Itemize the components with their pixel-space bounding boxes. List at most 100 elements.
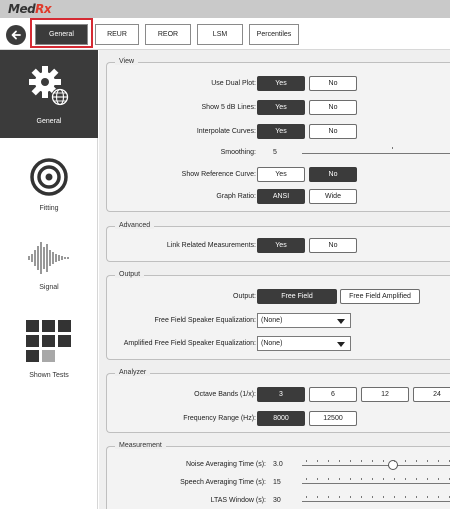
interpolate-yes-button[interactable]: Yes	[257, 124, 305, 139]
smoothing-slider[interactable]	[302, 153, 450, 154]
octave-bands-3-button[interactable]: 3	[257, 387, 305, 402]
group-title: View	[115, 58, 139, 65]
freq-range-8000-button[interactable]: 8000	[257, 411, 305, 426]
aff-eq-dropdown[interactable]: (None)	[257, 336, 351, 351]
smoothing-value: 5	[273, 149, 277, 156]
freq-range-12500-button[interactable]: 12500	[309, 411, 357, 426]
sidebar: General Fitting Signal Shown Tests	[0, 50, 98, 509]
slider-tick	[427, 478, 428, 480]
waveform-icon	[28, 242, 69, 274]
reference-curve-yes-button[interactable]: Yes	[257, 167, 305, 182]
slider-tick	[372, 496, 373, 498]
slider-tick	[350, 496, 351, 498]
graph-ratio-wide-button[interactable]: Wide	[309, 189, 357, 204]
reference-curve-no-button[interactable]: No	[309, 167, 357, 182]
sidebar-item-label: Fitting	[39, 205, 59, 212]
slider-tick	[317, 496, 318, 498]
slider-tick	[416, 496, 417, 498]
ff-eq-value: (None)	[261, 317, 283, 324]
speech-avg-label: Speech Averaging Time (s):	[180, 479, 266, 486]
medrx-logo: MedRx	[8, 2, 52, 16]
link-related-yes-button[interactable]: Yes	[257, 238, 305, 253]
octave-bands-24-button[interactable]: 24	[413, 387, 450, 402]
chevron-down-icon	[337, 319, 345, 324]
dual-plot-yes-button[interactable]: Yes	[257, 76, 305, 91]
group-title: Measurement	[115, 442, 166, 449]
interpolate-no-button[interactable]: No	[309, 124, 357, 139]
gear-globe-icon	[29, 66, 69, 106]
sidebar-item-general[interactable]: General	[0, 50, 98, 138]
slider-tick	[405, 496, 406, 498]
slider-tick	[383, 460, 384, 462]
tab-reur[interactable]: REUR	[95, 24, 139, 45]
tab-lsm[interactable]: LSM	[197, 24, 243, 45]
sidebar-item-fitting[interactable]: Fitting	[0, 145, 98, 220]
smoothing-label: Smoothing:	[220, 149, 256, 156]
sidebar-item-shown-tests[interactable]: Shown Tests	[0, 312, 98, 387]
noise-avg-value: 3.0	[273, 461, 283, 468]
slider-tick	[427, 460, 428, 462]
slider-tick	[317, 478, 318, 480]
target-icon	[30, 158, 68, 196]
sidebar-item-label: General	[36, 118, 62, 125]
slider-tick	[306, 478, 307, 480]
noise-avg-slider-thumb[interactable]	[388, 460, 398, 470]
show-5db-no-button[interactable]: No	[309, 100, 357, 115]
sidebar-item-label: Signal	[39, 284, 59, 291]
slider-tick	[405, 460, 406, 462]
group-title: Analyzer	[115, 369, 151, 376]
tab-reor[interactable]: REOR	[145, 24, 191, 45]
slider-tick	[328, 478, 329, 480]
noise-avg-slider[interactable]	[302, 465, 450, 466]
slider-tick	[372, 460, 373, 462]
slider-tick	[361, 478, 362, 480]
slider-tick	[427, 496, 428, 498]
settings-panel: View Use Dual Plot: Yes No Show 5 dB Lin…	[99, 50, 450, 509]
slider-tick	[438, 496, 439, 498]
graph-ratio-label: Graph Ratio:	[216, 193, 256, 200]
slider-tick	[361, 460, 362, 462]
speech-avg-slider[interactable]	[302, 483, 450, 484]
slider-tick	[416, 460, 417, 462]
ff-eq-dropdown[interactable]: (None)	[257, 313, 351, 328]
sidebar-item-signal[interactable]: Signal	[0, 230, 98, 300]
output-free-field-button[interactable]: Free Field	[257, 289, 337, 304]
ltas-value: 30	[273, 497, 281, 504]
dual-plot-label: Use Dual Plot:	[211, 80, 256, 87]
slider-tick	[339, 496, 340, 498]
graph-ratio-ansi-button[interactable]: ANSI	[257, 189, 305, 204]
slider-tick	[383, 496, 384, 498]
group-title: Output	[115, 271, 145, 278]
link-related-no-button[interactable]: No	[309, 238, 357, 253]
show-5db-label: Show 5 dB Lines:	[201, 104, 256, 111]
back-button[interactable]	[6, 25, 26, 45]
analyzer-group: Analyzer Octave Bands (1/x): 3 6 12 24 F…	[106, 369, 450, 433]
slider-tick	[317, 460, 318, 462]
slider-tick	[328, 496, 329, 498]
sidebar-item-label: Shown Tests	[29, 372, 69, 379]
slider-tick	[350, 478, 351, 480]
slider-tick	[394, 460, 395, 462]
slider-tick	[383, 478, 384, 480]
slider-tick	[339, 478, 340, 480]
slider-tick	[394, 496, 395, 498]
interpolate-label: Interpolate Curves:	[196, 128, 256, 135]
tab-percentiles[interactable]: Percentiles	[249, 24, 299, 45]
octave-bands-6-button[interactable]: 6	[309, 387, 357, 402]
ff-eq-label: Free Field Speaker Equalization:	[154, 317, 256, 324]
output-free-field-amplified-button[interactable]: Free Field Amplified	[340, 289, 420, 304]
octave-bands-12-button[interactable]: 12	[361, 387, 409, 402]
ltas-slider[interactable]	[302, 501, 450, 502]
dual-plot-no-button[interactable]: No	[309, 76, 357, 91]
slider-tick	[350, 460, 351, 462]
slider-tick	[416, 478, 417, 480]
aff-eq-label: Amplified Free Field Speaker Equalizatio…	[123, 340, 256, 347]
title-bar: MedRx	[0, 0, 450, 18]
show-5db-yes-button[interactable]: Yes	[257, 100, 305, 115]
view-group: View Use Dual Plot: Yes No Show 5 dB Lin…	[106, 58, 450, 212]
tab-highlight-box	[30, 18, 93, 48]
slider-tick	[306, 460, 307, 462]
slider-tick	[405, 478, 406, 480]
slider-tick	[339, 460, 340, 462]
reference-curve-label: Show Reference Curve:	[181, 171, 256, 178]
